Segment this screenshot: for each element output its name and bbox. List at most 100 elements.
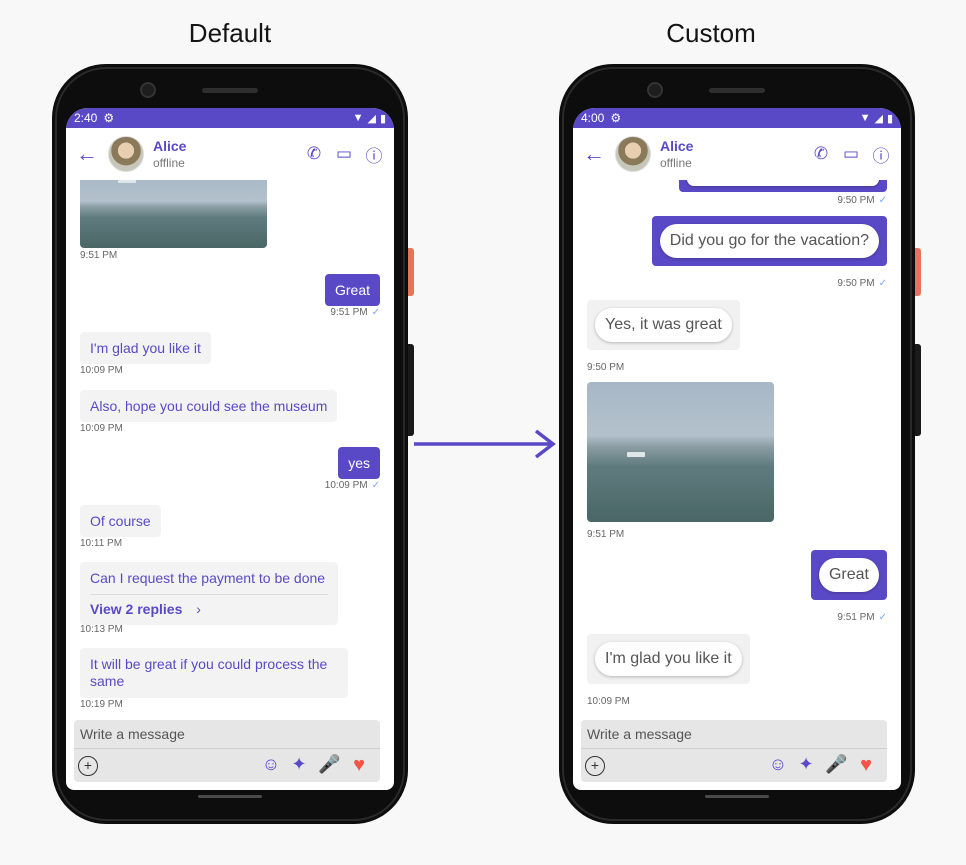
message-composer[interactable]: Write a message + ☺ ✦ 🎤 ♥ — [581, 720, 887, 782]
message-time: 9:51 PM — [80, 250, 118, 261]
home-indicator — [705, 795, 769, 798]
status-bar: 4:00 ⚙ ▼ ◢ ▮ — [573, 108, 901, 128]
view-replies-link[interactable]: View 2 replies › — [90, 594, 328, 617]
contact-status: offline — [153, 156, 185, 170]
home-indicator — [198, 795, 262, 798]
phone-call-icon[interactable]: ✆ — [304, 144, 324, 164]
settings-icon: ⚙ — [610, 111, 622, 125]
read-tick-icon: ✓ — [371, 307, 380, 318]
screen: 2:40 ⚙ ▼ ◢ ▮ ← Alice offline ✆ ▭ ⓘ 9:51 PM … — [66, 108, 394, 790]
read-tick-icon: ✓ — [878, 278, 887, 289]
image-message[interactable] — [80, 172, 267, 248]
message-bubble-outgoing[interactable]: Did you go for the vacation? — [651, 216, 887, 266]
message-bubble-incoming[interactable]: I'm glad you like it — [587, 634, 750, 684]
message-list[interactable]: 9:50 PM ✓ Did you go for the vacation? 9:… — [573, 160, 901, 790]
wifi-icon: ▼ — [352, 112, 364, 124]
image-message[interactable] — [587, 382, 774, 522]
message-bubble-incoming[interactable]: I'm glad you like it — [80, 332, 211, 364]
volume-button — [408, 344, 414, 436]
video-call-icon[interactable]: ▭ — [841, 144, 861, 164]
power-button — [915, 248, 921, 296]
message-bubble-outgoing[interactable]: yes — [338, 447, 380, 479]
info-icon[interactable]: ⓘ — [364, 142, 384, 167]
phone-default: 2:40 ⚙ ▼ ◢ ▮ ← Alice offline ✆ ▭ ⓘ 9:51 PM … — [52, 64, 414, 824]
sticker-icon[interactable]: ☺ — [767, 754, 789, 775]
message-text: Yes, it was great — [595, 308, 732, 342]
contact-name: Alice — [660, 138, 694, 154]
message-time: 9:50 PM — [587, 362, 625, 373]
microphone-icon[interactable]: 🎤 — [825, 754, 847, 775]
contact-name: Alice — [153, 138, 187, 154]
camera — [647, 82, 663, 98]
chat-header: ← Alice offline ✆ ▭ ⓘ — [66, 128, 394, 180]
message-time: 10:09 PM — [587, 696, 630, 707]
heart-icon[interactable]: ♥ — [348, 754, 370, 777]
message-time: 9:51 PM — [587, 529, 625, 540]
phone-call-icon[interactable]: ✆ — [811, 144, 831, 164]
signal-icon: ◢ — [367, 112, 376, 125]
message-time: 9:51 PM ✓ — [837, 612, 887, 623]
message-time: 10:09 PM ✓ — [324, 480, 380, 491]
wifi-icon: ▼ — [859, 112, 871, 124]
message-text: Did you go for the vacation? — [659, 224, 879, 258]
back-arrow-icon[interactable]: ← — [583, 141, 609, 167]
heart-icon[interactable]: ♥ — [855, 754, 877, 777]
message-time: 10:09 PM — [80, 365, 123, 376]
ai-sparkle-icon[interactable]: ✦ — [795, 754, 817, 775]
power-button — [408, 248, 414, 296]
message-text: I'm glad you like it — [595, 642, 742, 676]
sticker-icon[interactable]: ☺ — [260, 754, 282, 775]
message-text: Great — [818, 558, 879, 592]
message-bubble-incoming[interactable]: It will be great if you could process th… — [80, 648, 348, 698]
message-bubble-incoming[interactable]: Can I request the payment to be done Vie… — [80, 562, 338, 625]
back-arrow-icon[interactable]: ← — [76, 141, 102, 167]
video-call-icon[interactable]: ▭ — [334, 144, 354, 164]
message-time: 10:19 PM — [80, 699, 123, 710]
info-icon[interactable]: ⓘ — [871, 142, 891, 167]
phone-custom: 4:00 ⚙ ▼ ◢ ▮ ← Alice offline ✆ ▭ ⓘ 9:50 PM ✓… — [559, 64, 921, 824]
message-time: 10:09 PM — [80, 423, 123, 434]
signal-icon: ◢ — [874, 112, 883, 125]
microphone-icon[interactable]: 🎤 — [318, 754, 340, 775]
speaker — [709, 88, 765, 93]
avatar[interactable] — [108, 136, 144, 172]
arrow-right-icon — [414, 429, 556, 459]
battery-icon: ▮ — [886, 112, 893, 125]
add-attachment-icon[interactable]: + — [78, 756, 98, 776]
speaker — [202, 88, 258, 93]
message-composer[interactable]: Write a message + ☺ ✦ 🎤 ♥ — [74, 720, 380, 782]
battery-icon: ▮ — [379, 112, 386, 125]
settings-icon: ⚙ — [103, 111, 115, 125]
message-input[interactable]: Write a message — [587, 726, 692, 742]
message-time: 9:51 PM ✓ — [330, 307, 380, 318]
camera — [140, 82, 156, 98]
message-text: Can I request the payment to be done — [90, 570, 326, 586]
message-bubble-incoming[interactable]: Of course — [80, 505, 161, 537]
avatar[interactable] — [615, 136, 651, 172]
message-time: 10:11 PM — [80, 538, 123, 549]
message-list[interactable]: 9:51 PM Great 9:51 PM ✓ I'm glad you like… — [66, 172, 394, 790]
contact-status: offline — [660, 156, 692, 170]
chat-header: ← Alice offline ✆ ▭ ⓘ — [573, 128, 901, 180]
message-time: 10:13 PM — [80, 624, 123, 635]
screen: 4:00 ⚙ ▼ ◢ ▮ ← Alice offline ✆ ▭ ⓘ 9:50 PM ✓… — [573, 108, 901, 790]
status-bar: 2:40 ⚙ ▼ ◢ ▮ — [66, 108, 394, 128]
default-label: Default — [188, 18, 272, 48]
chevron-right-icon: › — [196, 601, 201, 617]
custom-label: Custom — [666, 18, 756, 48]
read-tick-icon: ✓ — [371, 480, 380, 491]
message-bubble-incoming[interactable]: Yes, it was great — [587, 300, 740, 350]
message-bubble-outgoing[interactable]: Great — [810, 550, 887, 600]
add-attachment-icon[interactable]: + — [585, 756, 605, 776]
status-time: 2:40 — [74, 111, 98, 125]
message-input[interactable]: Write a message — [80, 726, 185, 742]
status-time: 4:00 — [581, 111, 605, 125]
message-time: 9:50 PM ✓ — [837, 195, 887, 206]
message-bubble-outgoing[interactable]: Great — [324, 274, 380, 306]
message-bubble-incoming[interactable]: Also, hope you could see the museum — [80, 390, 338, 422]
message-time: 9:50 PM ✓ — [837, 278, 887, 289]
ai-sparkle-icon[interactable]: ✦ — [288, 754, 310, 775]
read-tick-icon: ✓ — [878, 195, 887, 206]
volume-button — [915, 344, 921, 436]
read-tick-icon: ✓ — [878, 612, 887, 623]
